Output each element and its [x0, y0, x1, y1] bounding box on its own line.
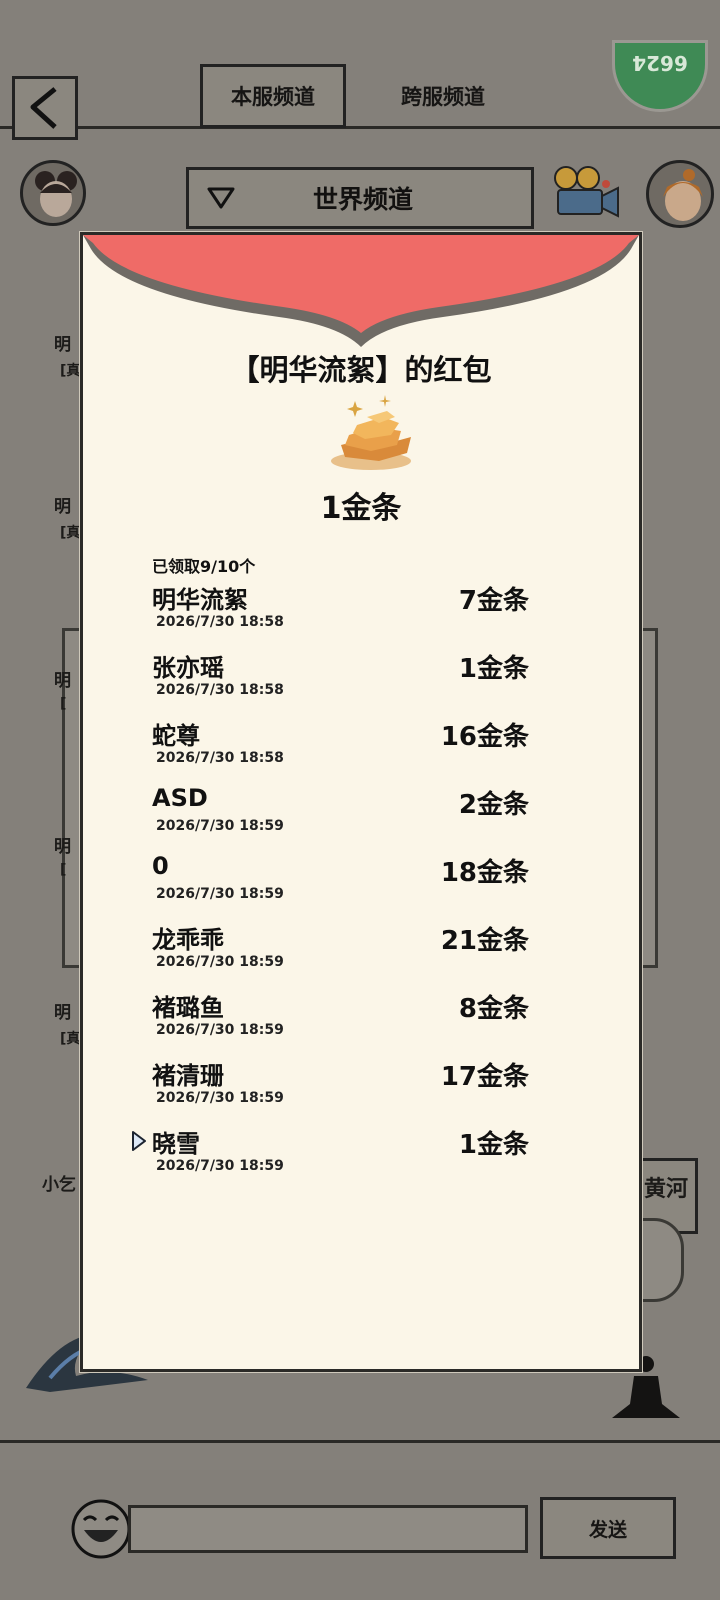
red-packet-title: 【明华流絮】的红包 [230, 353, 492, 387]
chat-bubble [640, 1218, 684, 1302]
player-avatar[interactable] [20, 160, 86, 226]
claim-name: 褚璐鱼 [152, 994, 224, 1022]
self-marker-icon [132, 1131, 146, 1151]
avatar-face-icon [35, 171, 77, 217]
back-arrow-icon [30, 87, 57, 129]
claim-time: 2026/7/30 18:58 [156, 682, 284, 698]
footer-divider [0, 1440, 720, 1443]
claim-time: 2026/7/30 18:59 [156, 954, 284, 970]
chat-user-name: 明 [54, 335, 71, 355]
claim-row: 0 2026/7/30 18:59 18金条 [83, 852, 639, 920]
claim-row: 龙乖乖 2026/7/30 18:59 21金条 [83, 920, 639, 988]
claim-time: 2026/7/30 18:59 [156, 1090, 284, 1106]
claim-amount: 8金条 [458, 994, 529, 1024]
claim-name: 褚清珊 [152, 1062, 224, 1090]
chat-user-name: 明 [54, 1003, 71, 1023]
claim-name: 晓雪 [152, 1130, 200, 1158]
claim-list: 明华流絮 2026/7/30 18:58 7金条 张亦瑶 2026/7/30 1… [83, 580, 639, 1192]
claim-row: ASD 2026/7/30 18:59 2金条 [83, 784, 639, 852]
chat-user-tag: [ [60, 862, 67, 878]
channel-select-value: 世界频道 [312, 185, 413, 214]
claim-amount: 7金条 [458, 586, 529, 616]
chat-user-name: 明 [54, 671, 71, 691]
claim-row: 张亦瑶 2026/7/30 18:58 1金条 [83, 648, 639, 716]
red-packet-modal: 【明华流絮】的红包 1金条 已领取9/10个 明华流絮 2026/7/30 18… [80, 232, 642, 1372]
smile-icon[interactable] [70, 1498, 132, 1560]
chat-user-name: 明 [54, 837, 71, 857]
claim-time: 2026/7/30 18:59 [156, 1158, 284, 1174]
profile-avatar[interactable] [646, 160, 714, 228]
claim-name: 明华流絮 [152, 586, 248, 614]
online-count-badge: 6624 [612, 40, 708, 112]
claim-amount: 18金条 [440, 858, 529, 888]
claim-name: 蛇尊 [152, 722, 200, 750]
claim-row: 褚清珊 2026/7/30 18:59 17金条 [83, 1056, 639, 1124]
chat-message-input[interactable] [128, 1505, 528, 1553]
claim-amount: 17金条 [440, 1062, 529, 1092]
chat-user-tag: [ [60, 696, 67, 712]
claimed-status: 已领取9/10个 [152, 557, 256, 576]
claim-amount: 16金条 [440, 722, 529, 752]
avatar-girl-icon [663, 169, 703, 221]
claim-name: 0 [152, 852, 169, 880]
claim-row-self: 晓雪 2026/7/30 18:59 1金条 [83, 1124, 639, 1192]
claim-time: 2026/7/30 18:58 [156, 614, 284, 630]
claim-amount: 1金条 [458, 1130, 529, 1160]
claim-amount: 21金条 [440, 926, 529, 956]
back-button[interactable] [12, 76, 78, 140]
claim-time: 2026/7/30 18:59 [156, 886, 284, 902]
online-count: 6624 [632, 51, 688, 75]
chat-user-tag: [真 [60, 1031, 81, 1047]
claim-amount: 1金条 [458, 654, 529, 684]
claim-row: 蛇尊 2026/7/30 18:58 16金条 [83, 716, 639, 784]
chat-user-name: 明 [54, 497, 71, 517]
chat-user-tag: [真 [60, 363, 81, 379]
claim-amount: 2金条 [458, 790, 529, 820]
claim-name: ASD [152, 784, 208, 812]
claim-time: 2026/7/30 18:59 [156, 1022, 284, 1038]
gold-bars-icon [331, 395, 411, 470]
claim-row: 褚璐鱼 2026/7/30 18:59 8金条 [83, 988, 639, 1056]
tab-cross-server[interactable]: 跨服频道 [370, 64, 516, 128]
header-divider [0, 126, 720, 129]
dropdown-triangle-icon [207, 187, 235, 209]
claim-name: 张亦瑶 [152, 654, 224, 682]
camera-icon[interactable] [552, 164, 624, 224]
claim-time: 2026/7/30 18:59 [156, 818, 284, 834]
send-button[interactable]: 发送 [540, 1497, 676, 1559]
chat-user-name: 小乞 [42, 1175, 76, 1195]
claim-row: 明华流絮 2026/7/30 18:58 7金条 [83, 580, 639, 648]
red-packet-total-amount: 1金条 [320, 491, 402, 526]
claim-name: 龙乖乖 [152, 926, 224, 954]
claim-time: 2026/7/30 18:58 [156, 750, 284, 766]
tab-local-server[interactable]: 本服频道 [200, 64, 346, 128]
channel-select[interactable]: 世界频道 [186, 167, 534, 229]
chat-user-tag: [真 [60, 525, 81, 541]
red-packet-flap [83, 235, 639, 347]
